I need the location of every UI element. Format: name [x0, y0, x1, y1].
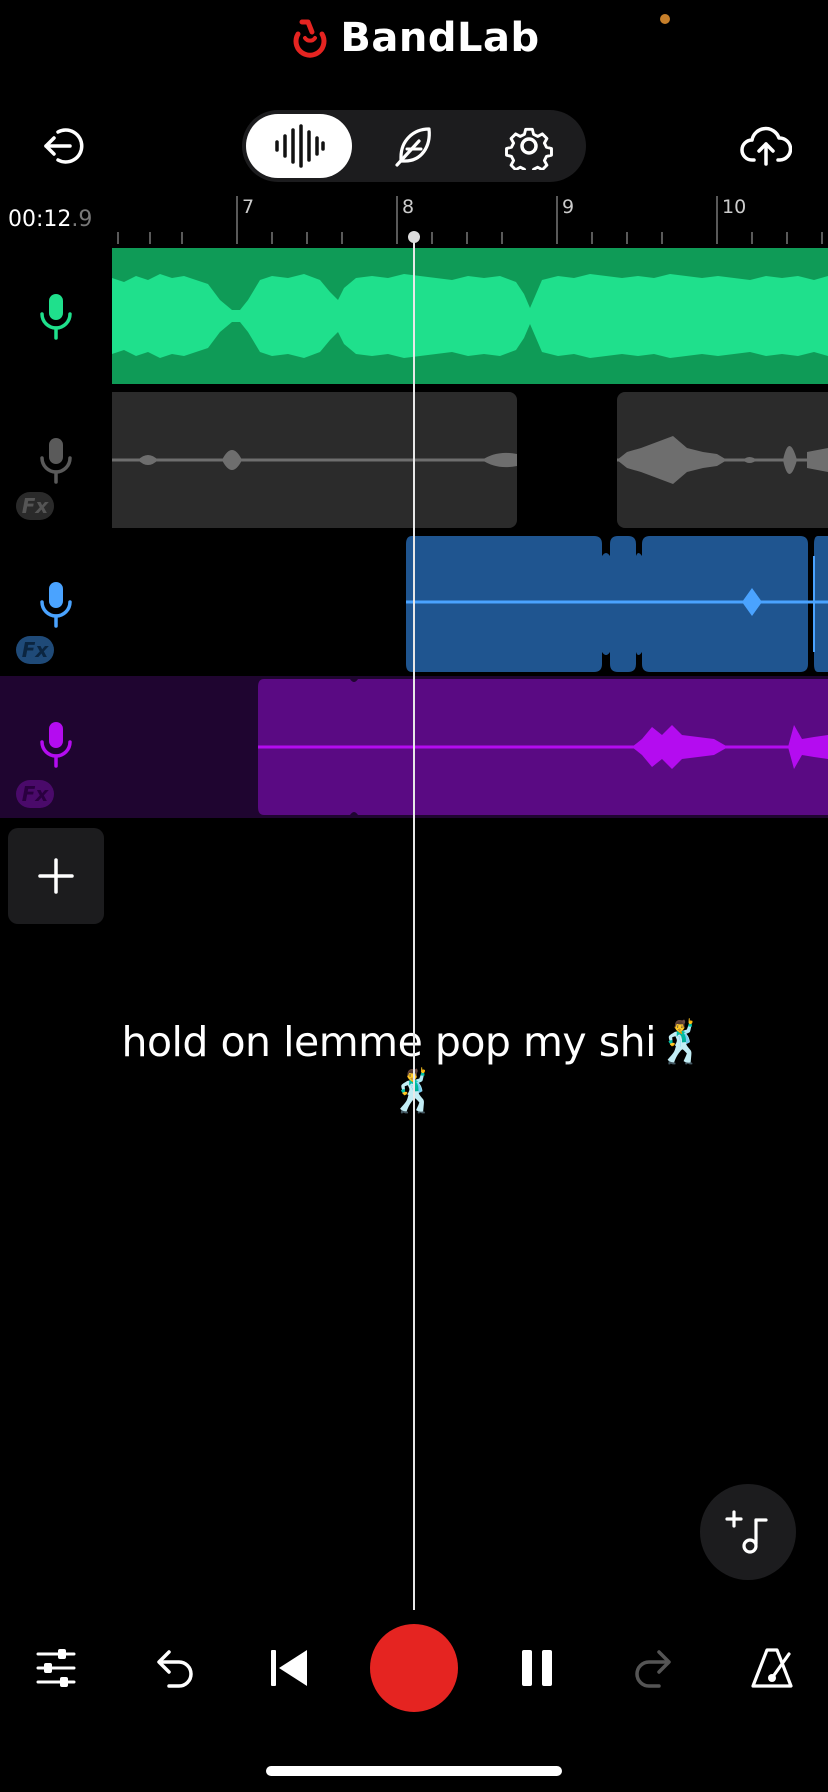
undo-button[interactable]	[135, 1630, 211, 1706]
status-dot	[660, 14, 670, 24]
ruler-label: 9	[562, 196, 575, 218]
ruler-label: 10	[722, 196, 747, 218]
playhead[interactable]	[413, 237, 415, 1610]
track-header[interactable]	[0, 248, 112, 384]
playhead-handle[interactable]	[408, 231, 420, 243]
microphone-icon	[40, 722, 72, 768]
skip-back-icon	[271, 1650, 307, 1686]
redo-icon	[635, 1650, 671, 1688]
track-header[interactable]: Fx	[0, 392, 112, 528]
fx-badge[interactable]: Fx	[16, 492, 54, 520]
microphone-icon	[40, 294, 72, 340]
home-indicator	[266, 1766, 562, 1776]
dancer-emoji: 🕺	[655, 1018, 707, 1066]
audio-clip[interactable]	[112, 392, 517, 528]
exit-icon	[44, 128, 84, 164]
add-music-note-icon	[725, 1510, 768, 1554]
skip-to-start-button[interactable]	[251, 1630, 327, 1706]
microphone-icon	[40, 438, 72, 484]
mode-tab-waveform[interactable]	[246, 114, 352, 178]
plus-icon	[38, 858, 74, 894]
waveform	[406, 536, 828, 672]
time-readout: 00:12.9	[8, 207, 92, 232]
feather-icon	[395, 127, 431, 167]
metronome-button[interactable]	[734, 1630, 810, 1706]
audio-clip[interactable]	[617, 392, 828, 528]
time-main: 00:12	[8, 207, 72, 232]
view-mode-switch	[242, 110, 586, 182]
gear-icon	[505, 127, 553, 170]
bandlab-mark-icon	[293, 19, 327, 58]
caption-text: hold on lemme pop my shi	[121, 1018, 656, 1066]
audio-clip[interactable]	[258, 679, 828, 815]
audio-clip[interactable]	[406, 536, 828, 672]
waveform	[617, 436, 828, 484]
ruler-label: 8	[402, 196, 415, 218]
cloud-upload-icon	[740, 126, 792, 166]
track-header[interactable]: Fx	[0, 536, 112, 672]
ruler-label: 7	[242, 196, 255, 218]
fx-badge[interactable]: Fx	[16, 636, 54, 664]
bandlab-logo: BandLab	[0, 8, 828, 68]
microphone-icon	[40, 582, 72, 628]
pause-button[interactable]	[500, 1630, 576, 1706]
add-track-button[interactable]	[8, 828, 104, 924]
waveform	[112, 274, 828, 358]
audio-clip[interactable]	[112, 248, 828, 384]
waveform	[258, 679, 828, 815]
timeline-ruler[interactable]: 7 8 9 10	[112, 196, 828, 244]
transport-bar	[0, 1620, 828, 1720]
mixer-button[interactable]	[18, 1630, 94, 1706]
sliders-icon	[36, 1649, 76, 1687]
metronome-icon	[751, 1648, 793, 1688]
redo-button[interactable]	[617, 1630, 693, 1706]
track-header[interactable]: Fx	[0, 676, 112, 812]
pause-icon	[522, 1650, 552, 1686]
mode-tab-settings[interactable]	[476, 114, 582, 178]
fx-badge[interactable]: Fx	[16, 780, 54, 808]
cloud-upload-button[interactable]	[736, 118, 796, 174]
brand-name: BandLab	[340, 15, 540, 61]
time-fraction: .9	[71, 207, 93, 232]
waveform-icon	[275, 124, 325, 168]
add-instrument-button[interactable]	[700, 1484, 796, 1580]
record-button[interactable]	[370, 1624, 458, 1712]
mode-tab-feather[interactable]	[361, 114, 467, 178]
undo-icon	[157, 1650, 193, 1688]
ruler-ticks	[117, 196, 823, 244]
exit-button[interactable]	[36, 118, 92, 174]
waveform	[112, 450, 517, 470]
